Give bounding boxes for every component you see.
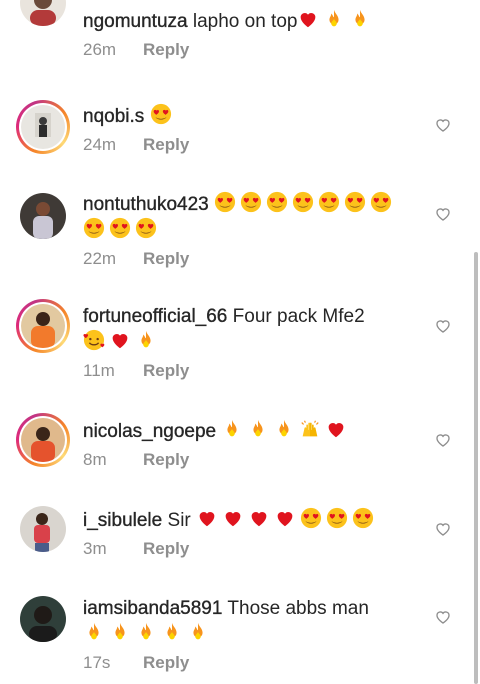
- fire-emoji-icon: [89, 622, 99, 640]
- comment-timestamp: 3m: [83, 539, 107, 558]
- avatar[interactable]: [20, 193, 66, 239]
- avatar[interactable]: [16, 299, 70, 353]
- comment-timestamp: 11m: [83, 361, 115, 380]
- comment-meta: 24m Reply: [83, 135, 430, 155]
- fire-emoji-icon: [141, 622, 151, 640]
- comment-meta: 3m Reply: [83, 539, 430, 559]
- avatar-image: [20, 193, 66, 239]
- heart-eyes-emoji-icon: [344, 191, 366, 213]
- like-heart-icon[interactable]: [435, 432, 451, 448]
- heart-emoji-icon: [251, 512, 267, 527]
- comment-text-line: fortuneofficial_66 Four pack Mfe2: [83, 304, 430, 355]
- comment-timestamp: 24m: [83, 135, 117, 154]
- comment-timestamp: 22m: [83, 249, 117, 268]
- comment-text: Sir: [167, 510, 191, 531]
- comment-text-line: nontuthuko423: [83, 191, 430, 243]
- comment-username[interactable]: ngomuntuza: [83, 11, 188, 32]
- heart-eyes-emoji-icon: [318, 191, 340, 213]
- heart-eyes-emoji-icon: [83, 217, 105, 239]
- fire-emoji-icon: [355, 9, 366, 27]
- heart-eyes-emoji-icon: [214, 191, 236, 213]
- fire-emoji-icon: [167, 622, 177, 640]
- comment-meta: 26m Reply: [83, 40, 430, 60]
- raised-hands-emoji-icon: [301, 420, 320, 437]
- heart-eyes-emoji-icon: [292, 191, 314, 213]
- like-heart-icon[interactable]: [435, 318, 451, 334]
- avatar-image: [20, 0, 66, 26]
- heart-eyes-emoji-icon: [352, 507, 374, 529]
- comment-text-line: iamsibanda5891 Those abbs man: [83, 596, 430, 647]
- comment-timestamp: 17s: [83, 653, 111, 672]
- avatar[interactable]: [16, 413, 70, 467]
- like-heart-icon[interactable]: [435, 206, 451, 222]
- comment-username[interactable]: nicolas_ngoepe: [83, 421, 216, 442]
- comment-meta: 8m Reply: [83, 450, 430, 470]
- comment-meta: 17s Reply: [83, 653, 430, 673]
- fire-emoji-icon: [115, 622, 125, 640]
- heart-eyes-emoji-icon: [326, 507, 348, 529]
- heart-emoji-icon: [301, 13, 316, 28]
- fire-emoji-icon: [227, 419, 237, 437]
- comment-username[interactable]: nqobi.s: [83, 106, 145, 127]
- comment-username[interactable]: nontuthuko423: [83, 194, 209, 215]
- avatar[interactable]: [16, 100, 70, 154]
- heart-eyes-emoji-icon: [266, 191, 288, 213]
- scrollbar-thumb[interactable]: [474, 252, 478, 684]
- avatar[interactable]: [20, 0, 66, 26]
- fire-emoji-icon: [279, 419, 289, 437]
- heart-emoji-icon: [199, 512, 215, 527]
- comment-username[interactable]: fortuneofficial_66: [83, 306, 228, 327]
- fire-emoji-icon: [141, 330, 151, 348]
- comment-text-line: nicolas_ngoepe: [83, 418, 430, 444]
- comment-text: Four pack Mfe2: [232, 306, 365, 327]
- avatar[interactable]: [20, 596, 66, 642]
- comment-timestamp: 8m: [83, 450, 107, 469]
- fire-emoji-icon: [253, 419, 263, 437]
- avatar[interactable]: [20, 506, 66, 552]
- heart-emoji-icon: [112, 334, 128, 349]
- comment-text: Those abbs man: [227, 598, 369, 619]
- avatar-image: [21, 304, 65, 348]
- heart-emoji-icon: [277, 512, 293, 527]
- avatar-image: [20, 506, 66, 552]
- comment-username[interactable]: i_sibulele: [83, 510, 163, 531]
- reply-button[interactable]: Reply: [143, 40, 189, 59]
- comment-meta: 11m Reply: [83, 361, 430, 381]
- like-heart-icon[interactable]: [435, 521, 451, 537]
- reply-button[interactable]: Reply: [143, 450, 189, 469]
- comments-screen: ngomuntuza lapho on top 26m Reply nqobi.s: [0, 0, 480, 684]
- comment-meta: 22m Reply: [83, 249, 430, 269]
- smiling-face-with-hearts-emoji-icon: [83, 329, 105, 351]
- comment-text-line: i_sibulele Sir: [83, 507, 430, 533]
- heart-eyes-emoji-icon: [370, 191, 392, 213]
- comment-text-line: nqobi.s: [83, 103, 430, 129]
- comment-timestamp: 26m: [83, 40, 117, 59]
- heart-eyes-emoji-icon: [240, 191, 262, 213]
- fire-emoji-icon: [329, 9, 340, 27]
- reply-button[interactable]: Reply: [143, 653, 189, 672]
- reply-button[interactable]: Reply: [143, 539, 189, 558]
- like-heart-icon[interactable]: [435, 609, 451, 625]
- reply-button[interactable]: Reply: [143, 135, 189, 154]
- comment-username[interactable]: iamsibanda5891: [83, 598, 223, 619]
- heart-eyes-emoji-icon: [109, 217, 131, 239]
- comment-text-line: ngomuntuza lapho on top: [83, 8, 430, 34]
- heart-eyes-emoji-icon: [150, 103, 171, 125]
- heart-emoji-icon: [329, 423, 344, 438]
- comment-text: lapho on top: [192, 11, 298, 32]
- fire-emoji-icon: [193, 622, 203, 640]
- avatar-image: [21, 418, 65, 462]
- heart-eyes-emoji-icon: [135, 217, 157, 239]
- reply-button[interactable]: Reply: [143, 361, 189, 380]
- heart-eyes-emoji-icon: [300, 507, 322, 529]
- like-heart-icon[interactable]: [435, 117, 451, 133]
- avatar-image: [20, 596, 66, 642]
- avatar-image: [21, 105, 65, 149]
- reply-button[interactable]: Reply: [143, 249, 189, 268]
- heart-emoji-icon: [225, 512, 241, 527]
